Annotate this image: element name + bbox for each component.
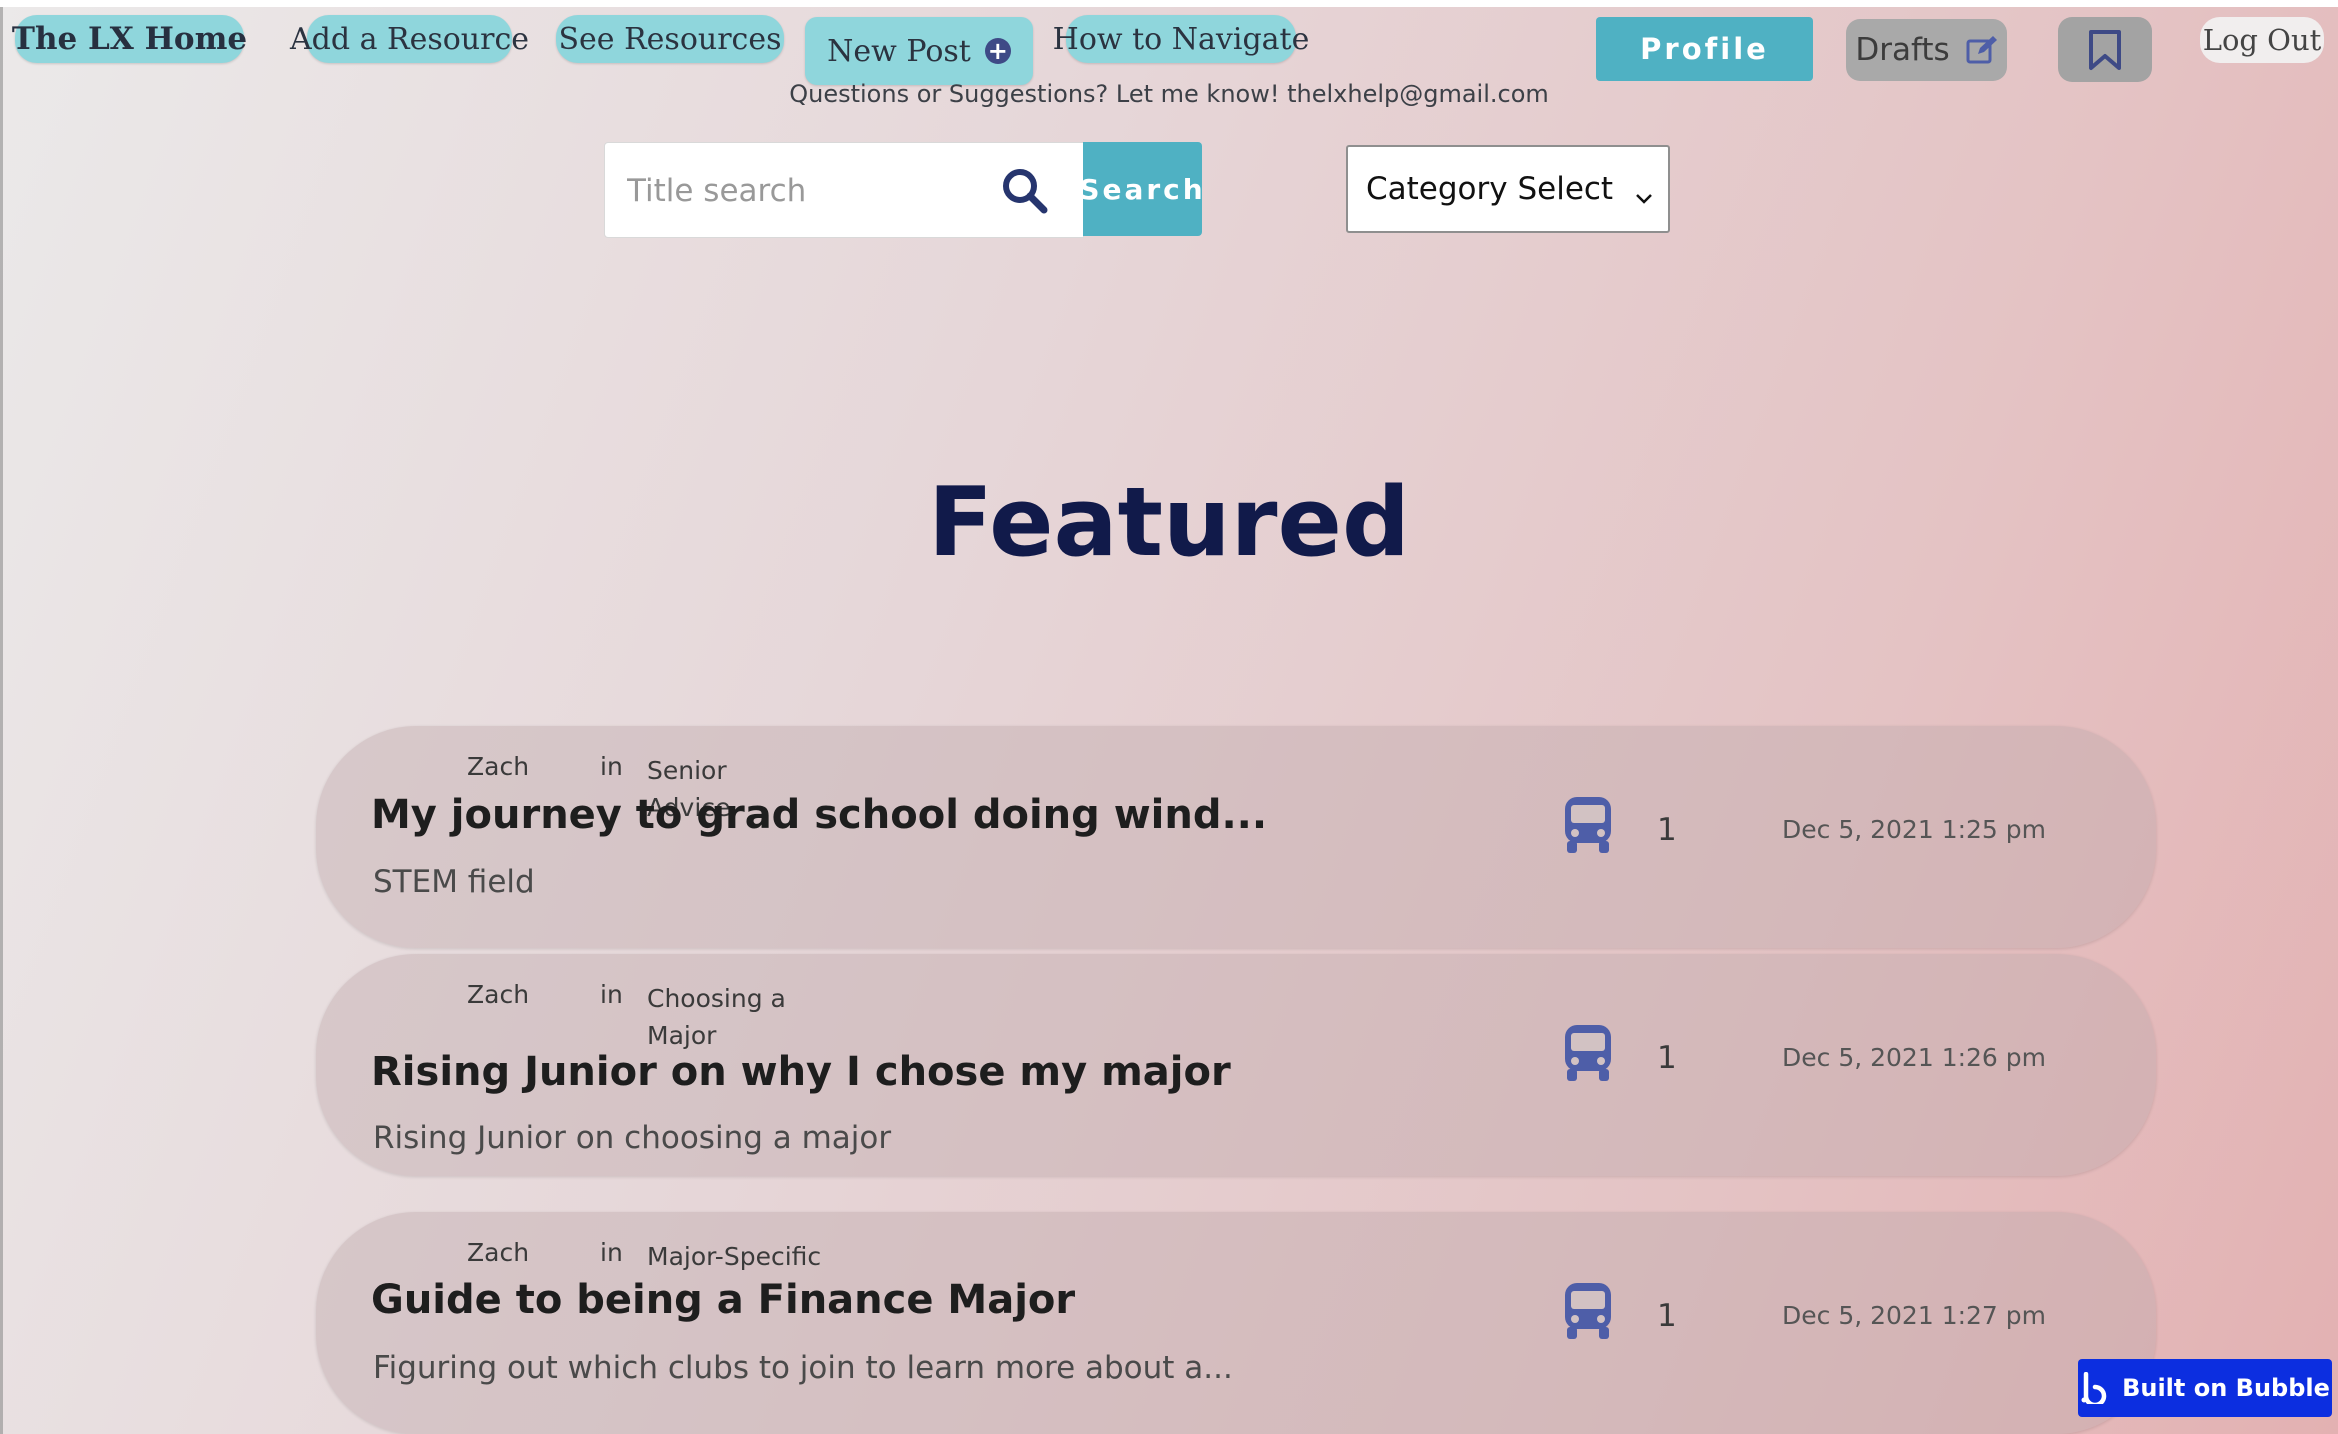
nav-how-to-navigate-label: How to Navigate [1052, 21, 1310, 57]
top-border [0, 0, 2338, 7]
edit-icon [1966, 35, 1998, 65]
post-description: Figuring out which clubs to join to lear… [373, 1350, 1233, 1386]
search-button-label: Search [1079, 172, 1206, 206]
post-date: Dec 5, 2021 1:26 pm [1782, 1043, 2047, 1072]
chevron-down-icon [1634, 177, 1654, 213]
plus-circle-icon: + [984, 38, 1011, 64]
post-date: Dec 5, 2021 1:27 pm [1782, 1301, 2047, 1330]
contact-text: Questions or Suggestions? Let me know! t… [789, 80, 1549, 108]
drafts-button[interactable]: Drafts [1846, 19, 2007, 81]
built-on-bubble-label: Built on Bubble [2122, 1374, 2330, 1402]
bookmarks-button[interactable] [2058, 17, 2152, 82]
log-out-button[interactable]: Log Out [2200, 17, 2324, 63]
post-category[interactable]: Choosing a Major [647, 980, 807, 1054]
bus-icon [1563, 797, 1613, 857]
post-count: 1 [1657, 1040, 1677, 1076]
profile-button[interactable]: Profile [1596, 17, 1813, 81]
bus-icon [1563, 1283, 1613, 1343]
post-description: STEM field [373, 864, 535, 900]
nav-home-link[interactable]: The LX Home [11, 15, 248, 63]
post-author[interactable]: Zach [467, 1238, 529, 1267]
search-field[interactable] [604, 142, 1084, 239]
nav-home-label: The LX Home [11, 21, 248, 57]
bubble-logo-icon [2080, 1372, 2110, 1404]
nav-add-resource-link[interactable]: Add a Resource [290, 15, 529, 63]
post-description: Rising Junior on choosing a major [373, 1120, 892, 1156]
nav-see-resources-label: See Resources [558, 21, 782, 57]
nav-how-to-navigate-link[interactable]: How to Navigate [1053, 15, 1309, 63]
bookmark-icon [2088, 29, 2122, 71]
drafts-label: Drafts [1855, 32, 1950, 68]
search-button[interactable]: Search [1079, 142, 1203, 236]
post-card[interactable]: Zach in Major-Specific Guide to being a … [316, 1212, 2156, 1434]
page-title: Featured [928, 468, 1410, 578]
profile-label: Profile [1640, 32, 1769, 66]
search-icon[interactable] [1001, 167, 1049, 219]
search-input[interactable] [625, 143, 979, 239]
left-border [0, 7, 3, 1434]
post-card[interactable]: Zach in Choosing a Major Rising Junior o… [316, 954, 2156, 1176]
nav-new-post-button[interactable]: New Post + [805, 17, 1033, 85]
post-author[interactable]: Zach [467, 752, 529, 781]
post-in-label: in [600, 1238, 623, 1267]
post-card[interactable]: Zach in Senior Advice My journey to grad… [316, 726, 2156, 948]
post-in-label: in [600, 980, 623, 1009]
post-count: 1 [1657, 812, 1677, 848]
post-count: 1 [1657, 1298, 1677, 1334]
category-select-value: Category Select [1366, 171, 1614, 207]
log-out-label: Log Out [2202, 23, 2322, 57]
nav-add-resource-label: Add a Resource [289, 21, 530, 57]
nav-see-resources-link[interactable]: See Resources [556, 15, 784, 63]
post-author[interactable]: Zach [467, 980, 529, 1009]
post-in-label: in [600, 752, 623, 781]
bus-icon [1563, 1025, 1613, 1085]
nav-new-post-label: New Post [827, 33, 971, 69]
category-select[interactable]: Category Select [1346, 145, 1670, 233]
post-date: Dec 5, 2021 1:25 pm [1782, 815, 2047, 844]
built-on-bubble-badge[interactable]: Built on Bubble [2078, 1359, 2332, 1417]
post-title[interactable]: My journey to grad school doing wind... [371, 792, 1267, 838]
post-title[interactable]: Guide to being a Finance Major [371, 1277, 1075, 1323]
post-category[interactable]: Major-Specific [647, 1238, 867, 1275]
post-title[interactable]: Rising Junior on why I chose my major [371, 1049, 1231, 1095]
